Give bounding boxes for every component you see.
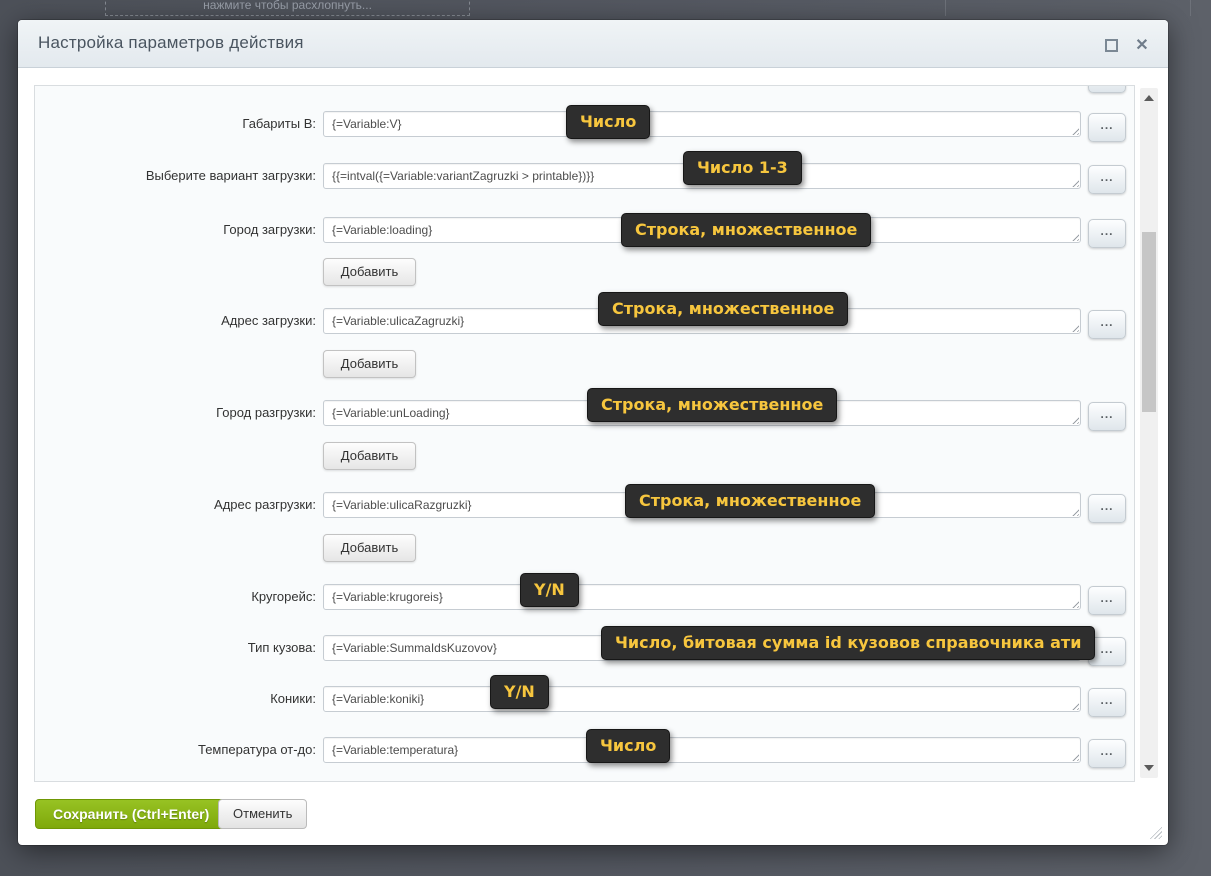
more-button[interactable]: ... — [1088, 113, 1126, 142]
field-label-koniki: Коники: — [35, 691, 316, 707]
close-icon[interactable]: ✕ — [1134, 38, 1150, 54]
scrollbar-thumb[interactable] — [1142, 232, 1156, 412]
gabarity-v-input[interactable] — [323, 111, 1081, 137]
dialog-titlebar: Настройка параметров действия ✕ — [18, 20, 1168, 68]
more-button[interactable]: ... — [1088, 219, 1126, 248]
cancel-button[interactable]: Отменить — [218, 799, 307, 829]
koniki-input[interactable] — [323, 686, 1081, 712]
field-label-gorod-zagruzki: Город загрузки: — [35, 222, 316, 238]
temperatura-input[interactable] — [323, 737, 1081, 763]
type-note: Число — [586, 729, 670, 763]
scroll-down-icon[interactable] — [1144, 765, 1154, 771]
background-column-divider — [1190, 0, 1191, 16]
type-note: Число, битовая сумма id кузовов справочн… — [601, 626, 1095, 660]
parameters-scroll-panel: ... Габариты В: ... Число Выберите вариа… — [34, 85, 1135, 782]
more-button[interactable]: ... — [1088, 165, 1126, 194]
add-value-button[interactable]: Добавить — [323, 534, 416, 562]
dialog-resize-grip[interactable] — [1148, 825, 1162, 839]
field-label-adres-razgruzki: Адрес разгрузки: — [35, 497, 316, 513]
action-parameters-dialog: Настройка параметров действия ✕ ... Габа… — [18, 20, 1168, 845]
add-value-button[interactable]: Добавить — [323, 258, 416, 286]
field-label-tip-kuzova: Тип кузова: — [35, 640, 316, 656]
field-label-krugoreis: Кругорейс: — [35, 589, 316, 605]
save-button[interactable]: Сохранить (Ctrl+Enter) — [35, 799, 227, 829]
background-column-divider — [945, 0, 946, 16]
maximize-icon[interactable] — [1104, 38, 1120, 54]
field-krugoreis — [323, 584, 1081, 610]
more-button[interactable]: ... — [1088, 85, 1126, 93]
scroll-up-icon[interactable] — [1144, 95, 1154, 101]
field-koniki — [323, 686, 1081, 712]
more-button[interactable]: ... — [1088, 688, 1126, 717]
more-button[interactable]: ... — [1088, 739, 1126, 768]
more-button[interactable]: ... — [1088, 310, 1126, 339]
more-button[interactable]: ... — [1088, 402, 1126, 431]
dialog-title: Настройка параметров действия — [38, 33, 304, 53]
field-label-gorod-razgruzki: Город разгрузки: — [35, 405, 316, 421]
field-label-adres-zagruzki: Адрес загрузки: — [35, 313, 316, 329]
type-note: Строка, множественное — [587, 388, 837, 422]
more-button[interactable]: ... — [1088, 494, 1126, 523]
type-note: Число — [566, 105, 650, 139]
maximize-square-glyph — [1105, 39, 1118, 52]
field-temperatura — [323, 737, 1081, 763]
field-label-temperatura: Температура от-до: — [35, 742, 316, 758]
krugoreis-input[interactable] — [323, 584, 1081, 610]
field-gabarity-v — [323, 111, 1081, 137]
type-note: Число 1-3 — [683, 151, 802, 185]
add-value-button[interactable]: Добавить — [323, 350, 416, 378]
add-value-button[interactable]: Добавить — [323, 442, 416, 470]
type-note: Строка, множественное — [625, 484, 875, 518]
type-note: Y/N — [490, 675, 549, 709]
vertical-scrollbar[interactable] — [1140, 88, 1158, 778]
background-expand-hint: нажмите чтобы расхлопнуть... — [105, 0, 470, 16]
more-button[interactable]: ... — [1088, 586, 1126, 615]
type-note: Строка, множественное — [621, 213, 871, 247]
type-note: Y/N — [520, 573, 579, 607]
field-label-variant-zagruzki: Выберите вариант загрузки: — [35, 168, 316, 184]
field-label-gabarity-v: Габариты В: — [35, 116, 316, 132]
type-note: Строка, множественное — [598, 292, 848, 326]
